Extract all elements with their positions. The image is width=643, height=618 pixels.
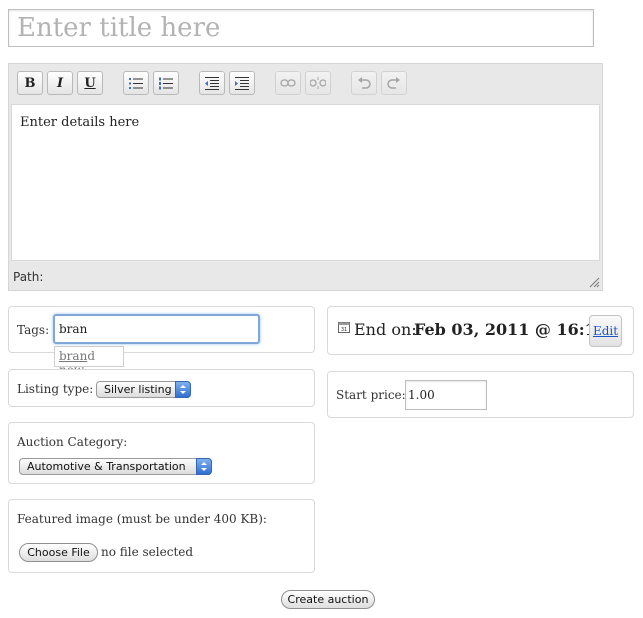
listing-type-select[interactable]: Silver listing: [96, 381, 191, 398]
featured-image-panel: Featured image (must be under 400 KB): C…: [8, 499, 315, 573]
listing-type-panel: Listing type: Silver listing: [8, 369, 315, 407]
indent-button[interactable]: [229, 71, 255, 95]
start-price-panel: Start price:: [327, 371, 634, 418]
auction-category-select[interactable]: Automotive & Transportation: [19, 458, 212, 475]
italic-button[interactable]: I: [47, 71, 73, 95]
end-on-panel: 31 End on: Feb 03, 2011 @ 16:16 Edit: [327, 306, 634, 355]
choose-file-label: Choose File: [27, 546, 90, 559]
outdent-icon: [205, 76, 219, 90]
title-input[interactable]: [8, 9, 594, 47]
editor-path-label: Path:: [13, 270, 44, 284]
calendar-icon: 31: [338, 322, 350, 333]
unlink-icon: [310, 77, 326, 89]
editor-placeholder-text: Enter details here: [20, 115, 140, 130]
editor-content-area[interactable]: Enter details here: [11, 104, 600, 261]
underline-button[interactable]: U: [77, 71, 103, 95]
auction-category-panel: Auction Category: Automotive & Transport…: [8, 422, 315, 484]
numbered-list-icon: [159, 77, 173, 89]
tags-label: Tags:: [17, 323, 50, 337]
link-button[interactable]: [275, 71, 301, 95]
choose-file-button[interactable]: Choose File: [19, 543, 98, 562]
bold-icon: B: [24, 75, 36, 91]
tag-suggestion[interactable]: brand new: [54, 346, 124, 377]
italic-icon: I: [56, 75, 64, 91]
auction-category-label: Auction Category:: [17, 435, 128, 449]
create-auction-button[interactable]: Create auction: [281, 590, 375, 609]
link-icon: [280, 79, 296, 87]
create-auction-label: Create auction: [287, 593, 369, 606]
start-price-input[interactable]: [405, 380, 487, 410]
edit-end-date-label: Edit: [592, 324, 619, 338]
undo-icon: [358, 77, 371, 89]
bullet-list-button[interactable]: [123, 71, 149, 95]
redo-icon: [387, 77, 400, 89]
tag-suggestion-match: bran: [59, 349, 88, 363]
file-status-text: no file selected: [101, 545, 194, 559]
select-arrows-icon: [196, 458, 212, 475]
undo-button[interactable]: [351, 71, 377, 95]
featured-image-label: Featured image (must be under 400 KB):: [17, 512, 267, 526]
edit-end-date-button[interactable]: Edit: [589, 315, 622, 347]
indent-icon: [235, 76, 249, 90]
listing-type-label: Listing type:: [17, 382, 94, 396]
bullet-list-icon: [129, 77, 143, 89]
select-arrows-icon: [175, 381, 191, 398]
bold-button[interactable]: B: [17, 71, 43, 95]
redo-button[interactable]: [381, 71, 407, 95]
end-on-value: Feb 03, 2011 @ 16:16: [414, 320, 607, 339]
resize-grip-icon[interactable]: [588, 276, 600, 288]
tags-input[interactable]: [53, 314, 260, 344]
svg-text:31: 31: [341, 327, 347, 333]
underline-icon: U: [84, 75, 96, 91]
start-price-label: Start price:: [336, 388, 406, 402]
rich-text-editor: B I U Enter details here Path:: [8, 63, 603, 291]
editor-toolbar: B I U: [9, 64, 602, 104]
end-on-label: End on:: [354, 320, 417, 339]
outdent-button[interactable]: [199, 71, 225, 95]
unlink-button[interactable]: [305, 71, 331, 95]
auction-category-selected: Automotive & Transportation: [27, 460, 186, 473]
listing-type-selected: Silver listing: [104, 383, 172, 396]
numbered-list-button[interactable]: [153, 71, 179, 95]
